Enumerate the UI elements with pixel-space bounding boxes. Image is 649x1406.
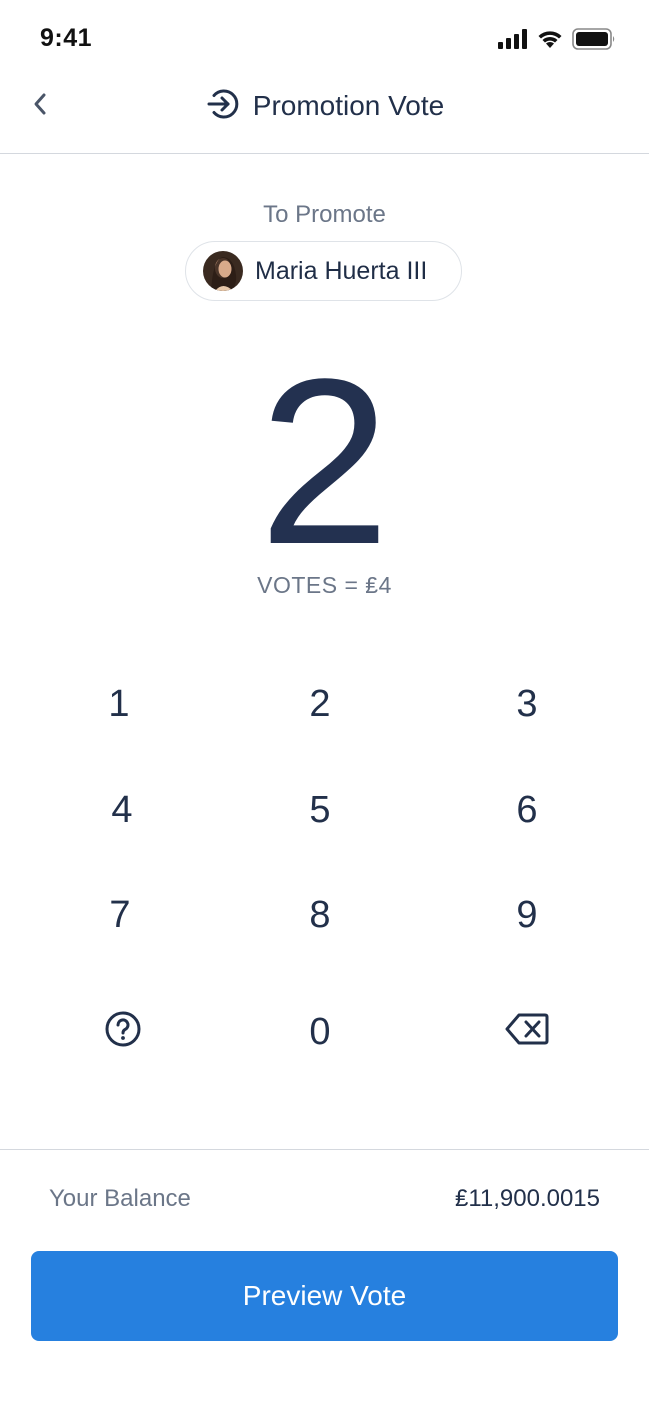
vote-cost-caption: VOTES = ₤4 xyxy=(257,572,392,598)
balance-label: Your Balance xyxy=(49,1185,191,1212)
keypad-key-8[interactable]: 8 xyxy=(260,875,380,955)
status-time: 9:41 xyxy=(40,24,93,52)
vote-count-display: 2 xyxy=(258,330,391,594)
arrow-right-circle-icon xyxy=(205,86,241,127)
question-circle-icon xyxy=(104,1010,142,1058)
backspace-icon xyxy=(505,1012,549,1056)
battery-icon xyxy=(572,28,616,55)
keypad-key-3[interactable]: 3 xyxy=(467,664,587,744)
keypad-key-4[interactable]: 4 xyxy=(62,770,182,850)
preview-vote-button[interactable]: Preview Vote xyxy=(31,1251,618,1341)
user-chip[interactable]: Maria Huerta III xyxy=(185,241,462,301)
nav-title-group: Promotion Vote xyxy=(0,86,649,126)
wifi-icon xyxy=(536,29,564,54)
to-promote-label: To Promote xyxy=(263,201,386,228)
keypad-key-7[interactable]: 7 xyxy=(60,875,180,955)
keypad-key-6[interactable]: 6 xyxy=(467,770,587,850)
delete-button[interactable] xyxy=(467,994,587,1074)
keypad-key-0[interactable]: 0 xyxy=(260,992,380,1072)
keypad-key-5[interactable]: 5 xyxy=(260,770,380,850)
status-icons xyxy=(498,28,616,55)
nav-bar: Promotion Vote xyxy=(0,64,649,154)
help-button[interactable] xyxy=(63,994,183,1074)
bottom-divider xyxy=(0,1149,649,1150)
user-name: Maria Huerta III xyxy=(255,256,428,285)
page-title: Promotion Vote xyxy=(252,90,445,121)
keypad-key-1[interactable]: 1 xyxy=(59,664,179,744)
keypad-key-9[interactable]: 9 xyxy=(467,875,587,955)
avatar xyxy=(203,251,243,291)
balance-value: ₤11,900.0015 xyxy=(454,1185,600,1212)
cellular-signal-icon xyxy=(498,29,528,54)
keypad-key-2[interactable]: 2 xyxy=(260,664,380,744)
